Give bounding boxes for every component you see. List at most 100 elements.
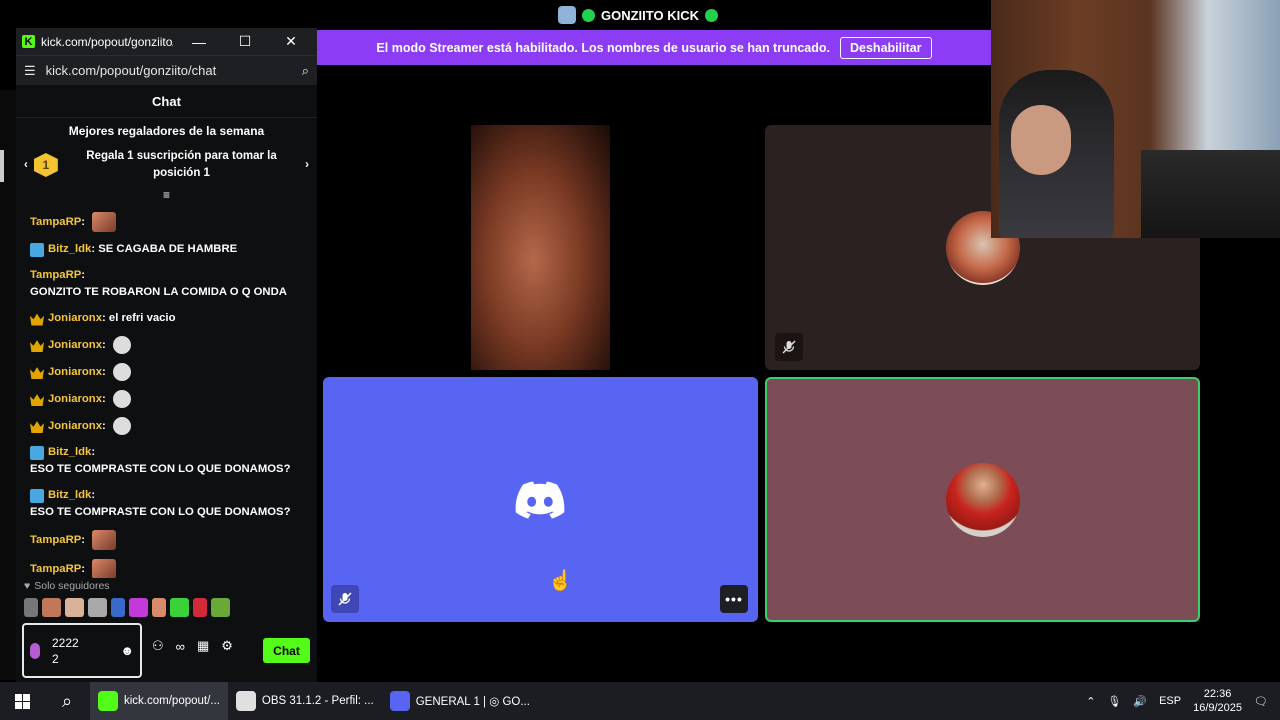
chat-message: Joniaronx:	[30, 417, 303, 435]
participant-tile-discord[interactable]: •••	[323, 377, 758, 622]
crown-badge-icon	[30, 313, 44, 326]
emote[interactable]	[193, 598, 207, 617]
webcam-face	[1011, 105, 1071, 175]
chat-colon: :	[91, 489, 99, 501]
discord-logo-icon	[515, 481, 565, 519]
emote[interactable]	[65, 598, 84, 617]
infinity-icon[interactable]: ∞	[176, 639, 185, 654]
more-options-icon[interactable]: •••	[720, 585, 748, 613]
chat-colon: :	[91, 446, 99, 458]
taskbar-app[interactable]: GENERAL 1 | ◎ GO...	[382, 682, 538, 720]
start-button[interactable]	[0, 682, 44, 720]
clock-date: 16/9/2025	[1193, 702, 1243, 714]
chat-username[interactable]: Joniaronx	[48, 418, 102, 435]
streamer-mode-banner: El modo Streamer está habilitado. Los no…	[317, 30, 991, 65]
chat-message: TampaRP: GONZITO TE ROBARON LA COMIDA O …	[30, 267, 303, 301]
chat-username[interactable]: Bitz_ldk	[48, 241, 91, 258]
disable-streamer-mode-button[interactable]: Deshabilitar	[840, 36, 932, 59]
kick-logo-icon: K	[22, 35, 35, 48]
maximize-icon[interactable]: ☐	[225, 33, 265, 50]
chat-popout-window: K kick.com/popout/gonziito/c... — ☐ ✕ ☰ …	[16, 28, 317, 683]
webcam-overlay	[991, 0, 1280, 238]
chat-message: Bitz_ldk: SE CAGABA DE HAMBRE	[30, 241, 303, 258]
chat-username[interactable]: TampaRP	[30, 214, 81, 231]
search-icon[interactable]: ⌕	[302, 63, 309, 79]
volume-icon[interactable]: 🔊	[1133, 695, 1147, 708]
muted-mic-icon[interactable]	[331, 585, 359, 613]
taskbar-app[interactable]: kick.com/popout/...	[90, 682, 228, 720]
site-settings-icon[interactable]: ☰	[24, 63, 36, 79]
emote[interactable]	[129, 598, 148, 617]
clock[interactable]: 22:36 16/9/2025	[1193, 687, 1242, 715]
language-indicator[interactable]: ESP	[1159, 695, 1181, 707]
chat-username[interactable]: TampaRP	[30, 561, 81, 578]
emoji-icon[interactable]: ☻	[120, 643, 134, 658]
emote-bar	[24, 598, 230, 617]
filter-icon[interactable]: ≡	[16, 188, 317, 208]
followers-only-indicator: ♥ Solo seguidores	[24, 580, 110, 592]
chevron-left-icon[interactable]: ‹	[24, 159, 28, 171]
chat-text: el refri vacio	[108, 312, 176, 324]
face-emote-icon	[92, 559, 117, 578]
emote[interactable]	[111, 598, 125, 617]
mic-icon[interactable]	[30, 642, 40, 659]
close-icon[interactable]: ✕	[271, 33, 311, 50]
chat-username[interactable]: Bitz_ldk	[48, 444, 91, 461]
emote[interactable]	[88, 598, 107, 617]
crown-badge-icon	[30, 367, 44, 379]
hammer-badge-icon	[30, 488, 44, 503]
users-icon[interactable]: ⚇	[152, 638, 164, 654]
store-icon[interactable]: ▦	[197, 638, 209, 654]
hammer-badge-icon	[30, 445, 44, 460]
crown-badge-icon	[30, 421, 44, 433]
chat-colon: :	[102, 338, 109, 351]
search-icon[interactable]: ⌕	[44, 691, 90, 712]
microphone-icon[interactable]: 🎙	[1107, 695, 1121, 708]
chat-colon: :	[102, 419, 109, 432]
video-tile-camera[interactable]	[323, 125, 758, 370]
taskbar: ⌕ kick.com/popout/... OBS 31.1.2 - Perfil…	[0, 682, 1280, 720]
emote[interactable]	[24, 598, 38, 617]
chat-input[interactable]: 2222 2 ☻	[22, 623, 142, 678]
address-bar: ☰ kick.com/popout/gonziito/chat ⌕	[16, 55, 317, 85]
participant-tile-speaking[interactable]	[765, 377, 1200, 622]
chat-username[interactable]: TampaRP	[30, 267, 81, 284]
chat-message: TampaRP:	[30, 530, 303, 550]
chat-colon: :	[81, 215, 89, 228]
chat-colon: :	[81, 533, 89, 546]
chat-username[interactable]: Joniaronx	[48, 364, 102, 381]
minimize-icon[interactable]: —	[179, 34, 219, 50]
face-emote-icon	[92, 212, 117, 232]
chevron-right-icon[interactable]: ›	[305, 159, 309, 171]
chevron-up-icon[interactable]: ⌃	[1086, 695, 1095, 708]
chat-input-value-line2: 2	[52, 651, 59, 666]
taskbar-app-label: kick.com/popout/...	[124, 695, 220, 707]
chat-username[interactable]: Joniaronx	[48, 391, 102, 408]
gear-icon[interactable]: ⚙	[221, 638, 233, 654]
skull-emote-icon	[112, 336, 131, 354]
chat-username[interactable]: TampaRP	[30, 532, 81, 549]
url-text[interactable]: kick.com/popout/gonziito/chat	[46, 63, 292, 78]
chat-colon: :	[91, 243, 99, 255]
chat-message: Joniaronx:	[30, 390, 303, 408]
stream-title-bar: GONZIITO KICK	[558, 5, 718, 25]
followers-only-label: Solo seguidores	[34, 580, 110, 592]
face-emote-icon	[92, 530, 117, 550]
rank-badge-icon: 1	[33, 153, 58, 177]
emote[interactable]	[152, 598, 166, 617]
send-chat-button[interactable]: Chat	[263, 638, 310, 663]
chat-message: Joniaronx:	[30, 363, 303, 381]
kick-icon	[98, 691, 118, 711]
chat-username[interactable]: Bitz_ldk	[48, 487, 91, 504]
chat-username[interactable]: Joniaronx	[48, 337, 102, 354]
emote[interactable]	[42, 598, 61, 617]
chat-text: SE CAGABA DE HAMBRE	[98, 243, 238, 255]
chat-message: TampaRP:	[30, 212, 303, 232]
emote[interactable]	[170, 598, 189, 617]
emote[interactable]	[211, 598, 230, 617]
chat-username[interactable]: Joniaronx	[48, 310, 102, 327]
taskbar-app[interactable]: OBS 31.1.2 - Perfil: ...	[228, 682, 382, 720]
chat-message: Joniaronx: el refri vacio	[30, 310, 303, 327]
notifications-icon[interactable]: 🗨	[1254, 695, 1268, 708]
skull-emote-icon	[112, 363, 131, 381]
